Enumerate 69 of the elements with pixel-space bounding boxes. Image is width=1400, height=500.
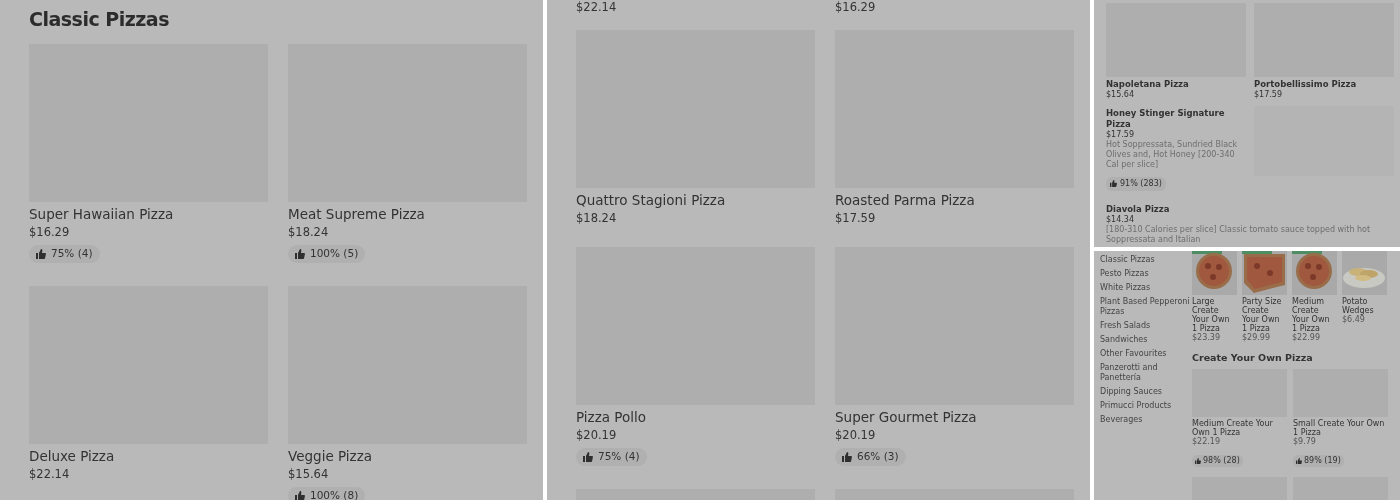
section-heading: Classic Pizzas: [29, 8, 170, 31]
item-price: $14.34: [1106, 215, 1135, 225]
item-name[interactable]: Pizza Pollo: [576, 408, 815, 426]
item-name[interactable]: Portobellissimo Pizza: [1254, 79, 1394, 90]
item-name[interactable]: Veggie Pizza: [288, 446, 527, 465]
rating-badge: 89% (19): [1293, 455, 1344, 468]
item-name[interactable]: Small Create Your Own 1 Pizza: [1293, 419, 1388, 438]
item-name[interactable]: Meat Supreme Pizza: [288, 204, 527, 223]
category-link[interactable]: White Pizzas: [1100, 281, 1192, 295]
item-price: $9.79: [1293, 437, 1317, 448]
item-price: $22.14: [576, 0, 618, 14]
thumbs-up-icon: [1110, 180, 1117, 187]
item-price: $23.39: [1192, 333, 1221, 343]
rating-badge: 75% (4): [576, 448, 647, 466]
section-heading: Create Your Own Pizza: [1192, 351, 1314, 365]
thumbs-up-icon: [295, 490, 305, 500]
item-description: Hot Soppressata, Sundried Black Olives and, Hot Honey [200-340 Cal per slice]: [1106, 140, 1239, 170]
category-link[interactable]: Beverages: [1100, 413, 1192, 427]
item-price: $15.64: [1106, 90, 1135, 100]
item-name[interactable]: Roasted Parma Pizza: [835, 191, 1074, 209]
item-price: $18.24: [576, 210, 618, 227]
item-price: $17.59: [1254, 90, 1283, 100]
item-name[interactable]: Honey Stinger Signature Pizza: [1106, 108, 1246, 130]
thumbs-up-icon: [36, 248, 46, 259]
category-link[interactable]: Pesto Pizzas: [1100, 267, 1192, 281]
category-link[interactable]: Panzerotti and Panettería: [1100, 361, 1192, 385]
rating-badge: 100% (8): [288, 486, 366, 500]
item-name[interactable]: Super Gourmet Pizza: [835, 408, 1074, 426]
thumbs-up-icon: [583, 451, 593, 462]
rating-badge: 91% (283): [1106, 176, 1166, 191]
category-link[interactable]: Other Favourites: [1100, 347, 1192, 361]
item-name[interactable]: Large Create Your Own 1 Pizza: [1192, 297, 1237, 333]
thumbs-up-icon: [295, 248, 305, 259]
item-name[interactable]: Medium Create Your Own 1 Pizza: [1292, 297, 1337, 333]
item-name[interactable]: Medium Create Your Own 1 Pizza: [1192, 419, 1287, 438]
category-link[interactable]: Sandwiches: [1100, 333, 1192, 347]
item-price: $15.64: [288, 465, 330, 483]
thumbs-up-icon: [1296, 458, 1302, 465]
item-price: $22.99: [1292, 333, 1321, 343]
item-name[interactable]: Diavola Pizza: [1106, 204, 1394, 215]
category-link[interactable]: Primucci Products: [1100, 399, 1192, 413]
category-link[interactable]: Plant Based Pepperoni Pizzas: [1100, 295, 1192, 319]
item-price: $17.59: [1106, 130, 1135, 140]
item-price: $6.49: [1342, 315, 1365, 325]
item-name[interactable]: Party Size Create Your Own 1 Pizza: [1242, 297, 1287, 333]
item-name[interactable]: Quattro Stagioni Pizza: [576, 191, 815, 209]
rating-badge: 100% (5): [288, 244, 366, 263]
item-price: $18.24: [288, 223, 330, 241]
item-price: $20.19: [576, 427, 618, 444]
category-link[interactable]: Fresh Salads: [1100, 319, 1192, 333]
category-link[interactable]: Classic Pizzas: [1100, 253, 1192, 267]
item-price: $20.19: [835, 427, 877, 444]
item-name[interactable]: Super Hawaiian Pizza: [29, 204, 268, 223]
item-price: $22.14: [29, 465, 71, 483]
thumbs-up-icon: [1195, 458, 1201, 465]
rating-badge: 75% (4): [29, 244, 100, 263]
category-link[interactable]: Dipping Sauces: [1100, 385, 1192, 399]
item-price: $29.99: [1242, 333, 1271, 343]
item-price: $16.29: [29, 223, 71, 241]
item-price: $17.59: [835, 210, 877, 227]
item-description: [180-310 Calories per slice] Classic tomato sauce topped with hot Soppressata and Italian: [1106, 225, 1372, 245]
thumbs-up-icon: [842, 451, 852, 462]
rating-badge: 98% (28): [1192, 455, 1243, 468]
item-name[interactable]: Potato Wedges: [1342, 297, 1387, 315]
item-name[interactable]: Napoletana Pizza: [1106, 79, 1246, 90]
item-price: $16.29: [835, 0, 877, 14]
rating-badge: 66% (3): [835, 448, 906, 466]
item-name[interactable]: Deluxe Pizza: [29, 446, 268, 465]
item-price: $22.19: [1192, 437, 1221, 448]
